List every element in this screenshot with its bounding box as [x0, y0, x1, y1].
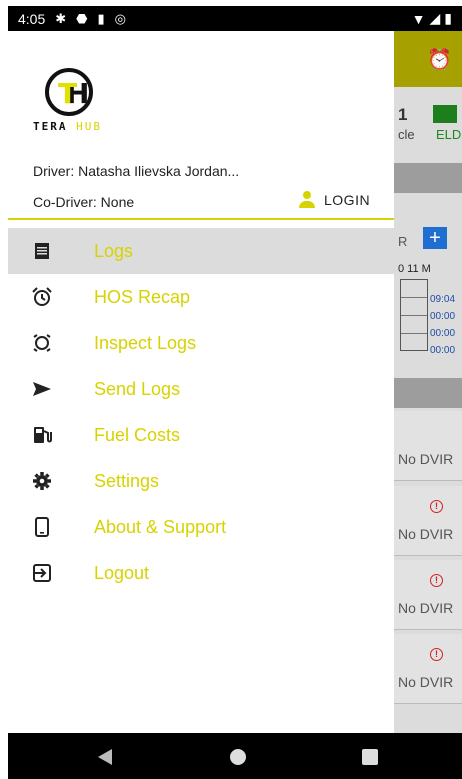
login-label: LOGIN	[324, 192, 371, 208]
status-time: 4:05	[18, 10, 46, 27]
log-date-fragment: 0 11 M	[398, 263, 431, 275]
eld-cast-icon	[433, 105, 457, 123]
home-icon[interactable]	[230, 749, 246, 765]
login-button[interactable]: LOGIN	[298, 191, 370, 209]
menu-item-inspect-logs[interactable]: Inspect Logs	[8, 320, 394, 366]
send-icon	[30, 377, 54, 401]
menu-label: Fuel Costs	[94, 424, 181, 445]
logout-icon	[30, 561, 54, 585]
dvir-label: No DVIR	[398, 674, 454, 690]
menu-item-logs[interactable]: Logs	[8, 228, 394, 274]
log-times: 09:04 00:00 00:00 00:00	[430, 291, 455, 359]
battery-icon: ▮	[444, 10, 452, 26]
alarm-clock-icon	[30, 285, 54, 309]
codriver-name: Co-Driver: None	[33, 194, 135, 210]
person-icon	[298, 191, 316, 209]
inspect-icon	[30, 331, 54, 355]
eld-label: ELD	[436, 127, 462, 142]
vehicle-label: cle	[398, 127, 415, 142]
menu-item-about-support[interactable]: About & Support	[8, 504, 394, 550]
log-time: 00:00	[430, 311, 456, 322]
alarm-icon: ⏰	[427, 49, 452, 71]
menu-label: Settings	[94, 470, 160, 491]
back-icon[interactable]	[98, 749, 112, 765]
dvir-row[interactable]: ! No DVIR	[394, 560, 462, 630]
log-time: 00:00	[430, 328, 456, 339]
menu-item-fuel-costs[interactable]: Fuel Costs	[8, 412, 394, 458]
gear-icon: ✱	[55, 10, 67, 26]
menu-item-logout[interactable]: Logout	[8, 550, 394, 596]
drawer-menu: Logs HOS Recap Inspect Logs Send Logs Fu…	[8, 228, 394, 596]
dvir-label: No DVIR	[398, 526, 454, 542]
log-grid	[400, 279, 428, 351]
menu-item-hos-recap[interactable]: HOS Recap	[8, 274, 394, 320]
dvir-label: No DVIR	[398, 600, 454, 616]
signal-icon: ◢	[429, 10, 441, 26]
menu-label: Logs	[94, 240, 134, 261]
menu-label: About & Support	[94, 516, 227, 537]
driver-name: Driver: Natasha Ilievska Jordan...	[33, 163, 240, 179]
dvir-row[interactable]: ! No DVIR	[394, 486, 462, 556]
add-button[interactable]: +	[423, 227, 447, 249]
gear-icon	[30, 469, 54, 493]
dvir-label: No DVIR	[398, 451, 454, 467]
sd-card-icon: ▮	[97, 10, 105, 26]
dvir-row[interactable]: ! No DVIR	[394, 634, 462, 704]
warning-icon: !	[430, 574, 443, 587]
app-logo: HT TERA HUB	[33, 68, 102, 133]
shield-icon: ⬣	[76, 10, 88, 26]
sync-icon: ◎	[114, 10, 127, 26]
menu-label: Inspect Logs	[94, 332, 197, 353]
logo-wordmark: TERA HUB	[33, 120, 102, 133]
wifi-icon: ▼	[411, 10, 426, 27]
recents-icon[interactable]	[362, 749, 378, 765]
logs-icon	[30, 239, 54, 263]
menu-item-send-logs[interactable]: Send Logs	[8, 366, 394, 412]
navigation-drawer: HT TERA HUB Driver: Natasha Ilievska Jor…	[8, 31, 394, 733]
menu-label: HOS Recap	[94, 286, 191, 307]
log-time: 09:04	[430, 294, 456, 305]
dvir-row[interactable]: No DVIR	[394, 411, 462, 481]
menu-label: Send Logs	[94, 378, 181, 399]
fuel-pump-icon	[30, 423, 54, 447]
warning-icon: !	[430, 648, 443, 661]
logo-mark: HT	[45, 68, 93, 116]
warning-icon: !	[430, 500, 443, 513]
vehicle-counter: 1	[398, 105, 408, 124]
divider	[8, 218, 394, 220]
log-time: 00:00	[430, 345, 456, 356]
status-bar: 4:05 ✱ ⬣ ▮ ◎ ▼ ◢ ▮	[8, 6, 462, 31]
phone-icon	[30, 515, 54, 539]
system-nav-bar	[8, 733, 462, 779]
log-header-fragment: R	[398, 234, 408, 249]
menu-item-settings[interactable]: Settings	[8, 458, 394, 504]
menu-label: Logout	[94, 562, 150, 583]
